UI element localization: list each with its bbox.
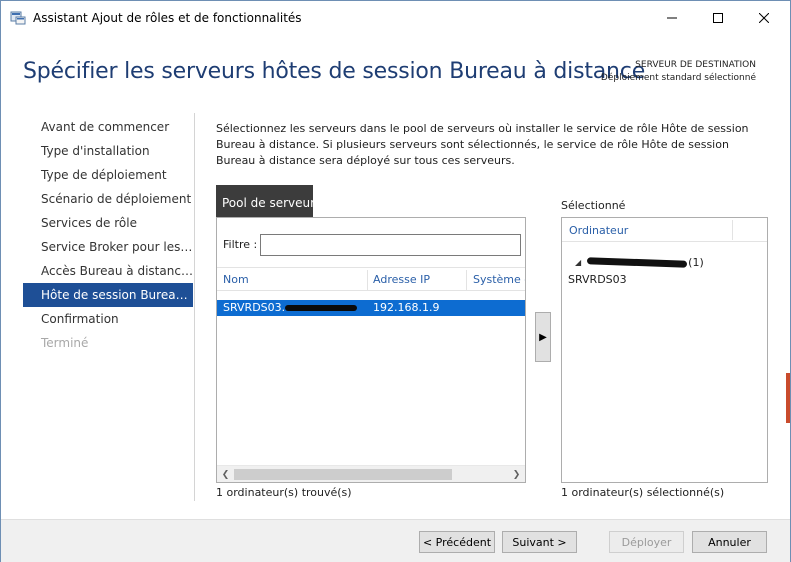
column-header-os[interactable]: Système d: [473, 268, 525, 290]
server-name-cell: SRVRDS03.: [223, 300, 358, 316]
page-title: Spécifier les serveurs hôtes de session …: [23, 59, 646, 84]
horizontal-scrollbar[interactable]: ❮ ❯: [217, 465, 525, 482]
server-ip-cell: 192.168.1.9: [373, 301, 440, 314]
server-row-srvrds03[interactable]: SRVRDS03. 192.168.1.9: [217, 300, 525, 316]
column-header-name[interactable]: Nom: [223, 268, 363, 290]
server-name-text: SRVRDS03.: [223, 301, 286, 314]
scroll-left-icon[interactable]: ❮: [217, 466, 234, 483]
filter-input[interactable]: [260, 234, 521, 256]
selected-servers-panel: Ordinateur ◢ (1) SRVRDS03: [561, 217, 768, 483]
destination-server-value: Déploiement standard sélectionné: [600, 73, 756, 83]
destination-server-label: SERVEUR DE DESTINATION: [635, 60, 756, 70]
next-button[interactable]: Suivant >: [502, 531, 577, 553]
scroll-right-icon[interactable]: ❯: [508, 466, 525, 483]
close-icon: [759, 13, 769, 23]
server-pool-header: Nom Adresse IP Système d: [217, 267, 525, 291]
nav-item-web-access[interactable]: Accès Bureau à distance...: [23, 259, 193, 283]
nav-item-confirmation[interactable]: Confirmation: [23, 307, 193, 331]
wizard-footer: < Précédent Suivant > Déployer Annuler: [1, 519, 790, 562]
redaction-mark: [587, 256, 688, 268]
filter-label: Filtre :: [223, 238, 258, 251]
close-button[interactable]: [741, 1, 787, 35]
minimize-icon: [667, 17, 677, 19]
nav-item-deployment-type[interactable]: Type de déploiement: [23, 163, 193, 187]
nav-item-role-services[interactable]: Services de rôle: [23, 211, 193, 235]
arrow-right-icon: ▶: [539, 331, 547, 343]
column-separator[interactable]: [466, 270, 467, 290]
column-separator[interactable]: [732, 220, 733, 240]
group-count: (1): [688, 255, 704, 269]
title-bar[interactable]: Assistant Ajout de rôles et de fonctionn…: [1, 1, 790, 35]
nav-item-session-host[interactable]: Hôte de session Bureau à...: [23, 283, 193, 307]
nav-divider: [194, 113, 195, 501]
minimize-button[interactable]: [649, 1, 695, 35]
selected-server-item[interactable]: SRVRDS03: [568, 273, 627, 286]
wizard-navigation: Avant de commencer Type d'installation T…: [23, 115, 193, 355]
selected-label: Sélectionné: [561, 199, 626, 212]
nav-item-completed: Terminé: [41, 336, 89, 350]
nav-item-deployment-scenario[interactable]: Scénario de déploiement: [23, 187, 193, 211]
selected-count-text: 1 ordinateur(s) sélectionné(s): [561, 486, 725, 499]
instructions-text: Sélectionnez les serveurs dans le pool d…: [216, 122, 749, 167]
selected-group-row[interactable]: ◢ (1): [575, 255, 704, 269]
window-title: Assistant Ajout de rôles et de fonctionn…: [33, 11, 302, 25]
tab-server-pool[interactable]: Pool de serveurs: [216, 185, 321, 218]
maximize-icon: [713, 13, 723, 23]
maximize-button[interactable]: [695, 1, 741, 35]
deploy-button: Déployer: [609, 531, 684, 553]
nav-item-installation-type[interactable]: Type d'installation: [23, 139, 193, 163]
column-header-computer[interactable]: Ordinateur: [569, 224, 628, 237]
column-separator[interactable]: [367, 270, 368, 290]
cancel-button[interactable]: Annuler: [692, 531, 767, 553]
server-manager-icon: [10, 11, 26, 25]
wizard-window: Assistant Ajout de rôles et de fonctionn…: [0, 0, 791, 562]
nav-item-connection-broker[interactable]: Service Broker pour les c...: [23, 235, 193, 259]
previous-button[interactable]: < Précédent: [419, 531, 495, 553]
selected-header: Ordinateur: [562, 218, 767, 242]
column-header-ip[interactable]: Adresse IP: [373, 268, 463, 290]
server-pool-panel: Filtre : Nom Adresse IP Système d SRVRDS…: [216, 217, 526, 483]
background-window-edge: [786, 373, 790, 423]
expand-triangle-icon[interactable]: ◢: [575, 258, 581, 267]
nav-item-before-you-begin[interactable]: Avant de commencer: [23, 115, 193, 139]
add-server-button[interactable]: ▶: [535, 312, 551, 362]
found-count-text: 1 ordinateur(s) trouvé(s): [216, 486, 352, 499]
scrollbar-thumb[interactable]: [234, 469, 452, 480]
redaction-mark: [285, 305, 358, 311]
